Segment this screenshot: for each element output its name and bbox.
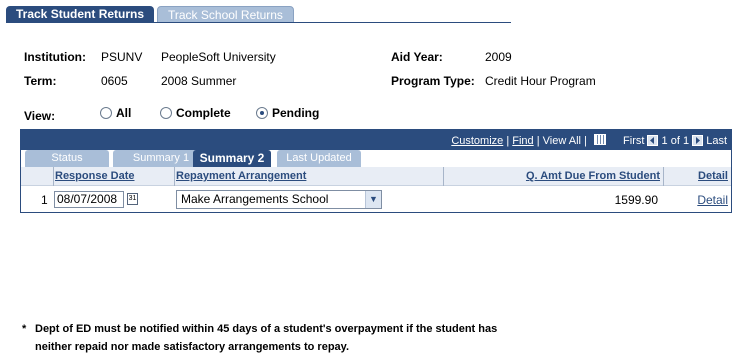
chevron-down-icon[interactable]: ▼ xyxy=(365,191,381,208)
tab-underline xyxy=(6,22,511,23)
program-type-value: Credit Hour Program xyxy=(485,74,596,88)
footnote-marker: * xyxy=(22,323,27,335)
last-label: Last xyxy=(706,135,727,147)
repayment-header[interactable]: Repayment Arrangement xyxy=(175,167,443,186)
amount-header-label: Q. Amt Due From Student xyxy=(525,170,660,182)
grid-header: Customize | Find | View All | First 1 of… xyxy=(20,129,732,152)
program-type-label: Program Type: xyxy=(391,74,475,88)
footnote-line-2: neither repaid nor made satisfactory arr… xyxy=(35,341,350,353)
institution-label: Institution: xyxy=(24,50,86,64)
grid-tab-last-updated[interactable]: Last Updated xyxy=(277,150,361,167)
customize-link[interactable]: Customize xyxy=(451,135,503,147)
view-option-pending[interactable]: Pending xyxy=(256,106,319,120)
radio-all[interactable] xyxy=(100,107,112,119)
radio-pending-label: Pending xyxy=(272,106,320,120)
amount-due-value: 1599.90 xyxy=(614,193,658,207)
grid-body: Response Date Repayment Arrangement Q. A… xyxy=(20,167,732,213)
repayment-header-label: Repayment Arrangement xyxy=(176,170,307,182)
repayment-arrangement-select[interactable]: Make Arrangements School ▼ xyxy=(176,190,382,209)
calendar-icon[interactable]: 31 xyxy=(127,193,138,205)
institution-code: PSUNV xyxy=(101,50,143,64)
first-label: First xyxy=(623,135,645,147)
view-option-all[interactable]: All xyxy=(100,106,131,120)
repayment-arrangement-value: Make Arrangements School xyxy=(181,192,329,206)
previous-icon[interactable] xyxy=(647,135,659,146)
radio-complete[interactable] xyxy=(160,107,172,119)
grid-navigation: Customize | Find | View All | First 1 of… xyxy=(451,134,727,147)
response-date-header[interactable]: Response Date xyxy=(54,167,174,186)
term-label: Term: xyxy=(24,74,57,88)
tab-track-school-returns[interactable]: Track School Returns xyxy=(157,6,294,23)
grid-tab-summary-2[interactable]: Summary 2 xyxy=(193,150,271,167)
find-link[interactable]: Find xyxy=(512,135,533,147)
view-all-link[interactable]: View All xyxy=(543,135,581,147)
term-code: 0605 xyxy=(101,74,128,88)
term-name: 2008 Summer xyxy=(161,74,237,88)
grid-download-icon[interactable] xyxy=(593,134,606,145)
grid-tab-row: Status Summary 1 Summary 2 Last Updated xyxy=(20,150,732,167)
footnote: * Dept of ED must be notified within 45 d… xyxy=(22,320,497,356)
institution-name: PeopleSoft University xyxy=(161,50,276,64)
nav-sep: | xyxy=(536,135,540,147)
response-date-header-label: Response Date xyxy=(55,170,135,182)
row-number: 1 xyxy=(41,193,48,207)
view-label: View: xyxy=(24,109,56,123)
nav-sep: | xyxy=(506,135,510,147)
rownum-header xyxy=(21,167,53,186)
aid-year-label: Aid Year: xyxy=(391,50,443,64)
response-date-field[interactable]: 08/07/2008 xyxy=(54,191,124,208)
aid-year-value: 2009 xyxy=(485,50,512,64)
nav-sep: | xyxy=(584,135,587,147)
radio-complete-label: Complete xyxy=(176,106,231,120)
detail-link[interactable]: Detail xyxy=(697,193,728,207)
radio-all-label: All xyxy=(116,106,132,120)
footnote-text-1: Dept of ED must be notified within 45 da… xyxy=(35,323,498,335)
footnote-line-1: * Dept of ED must be notified within 45 d… xyxy=(22,320,497,338)
tab-track-student-returns[interactable]: Track Student Returns xyxy=(6,6,154,23)
amount-header[interactable]: Q. Amt Due From Student xyxy=(444,167,663,186)
view-option-complete[interactable]: Complete xyxy=(160,106,231,120)
detail-header[interactable]: Detail xyxy=(664,167,731,186)
radio-pending[interactable] xyxy=(256,107,268,119)
next-icon[interactable] xyxy=(692,135,704,146)
detail-header-label: Detail xyxy=(698,170,728,182)
grid-tab-status[interactable]: Status xyxy=(25,150,109,167)
row-range: 1 of 1 xyxy=(661,135,690,147)
